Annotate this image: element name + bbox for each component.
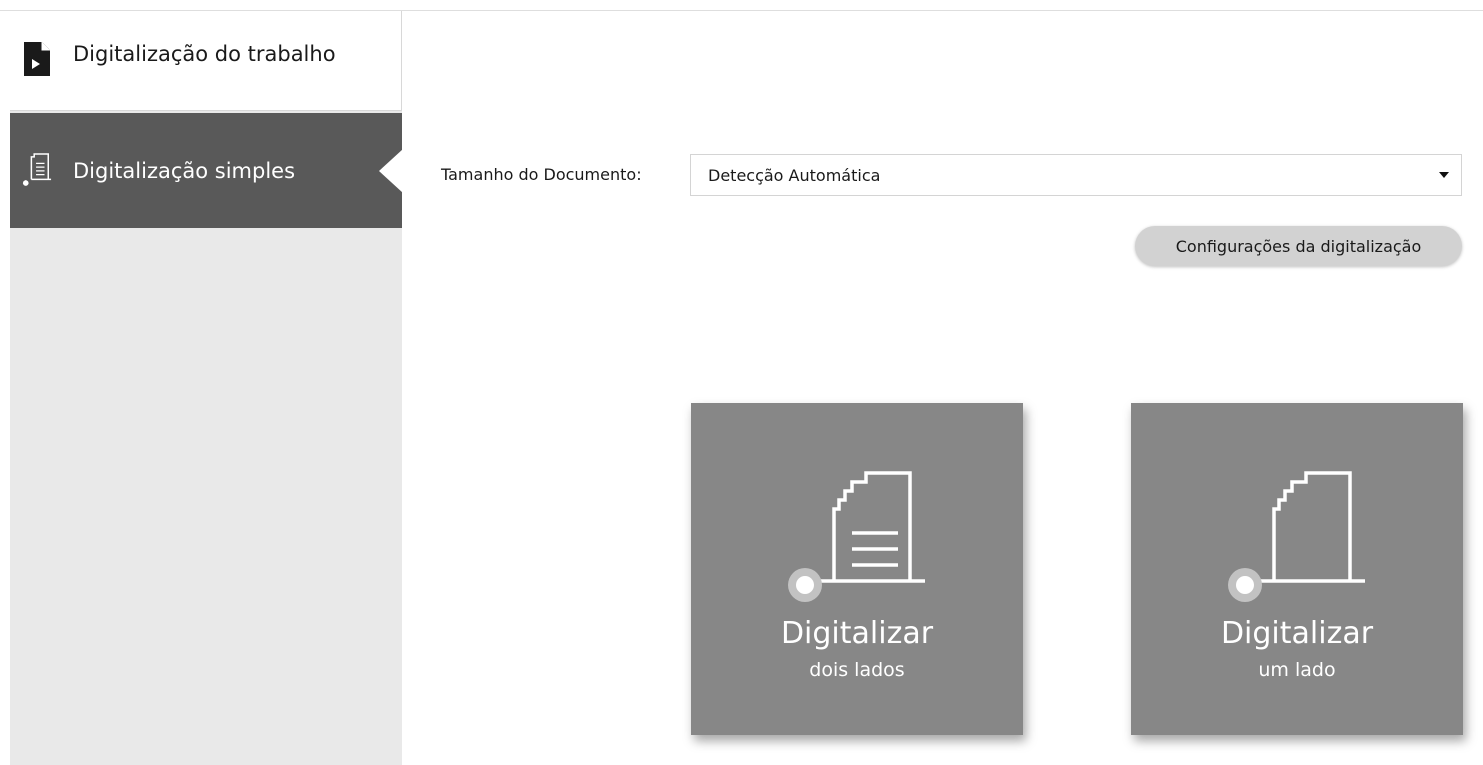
sidebar-item-label: Digitalização simples — [73, 159, 296, 183]
scan-settings-button[interactable]: Configurações da digitalização — [1135, 226, 1462, 266]
selection-caret — [379, 149, 403, 193]
tile-title: Digitalizar — [1220, 616, 1374, 651]
document-size-select[interactable]: Detecção Automática — [690, 154, 1462, 196]
scan-two-sides-icon — [788, 471, 925, 602]
document-size-label: Tamanho do Documento: — [441, 165, 642, 184]
scan-two-sides-button[interactable]: Digitalizar dois lados — [691, 403, 1023, 735]
sidebar-item-job-scan[interactable]: Digitalização do trabalho — [10, 11, 402, 111]
sidebar: Digitalização do trabalho Digitalização … — [10, 11, 403, 765]
scan-one-side-button[interactable]: Digitalizar um lado — [1131, 403, 1463, 735]
job-scan-icon — [24, 42, 50, 76]
dropdown-arrow-icon — [1439, 172, 1449, 178]
scan-app: Digitalização do trabalho Digitalização … — [0, 0, 1483, 765]
sidebar-item-simple-scan[interactable]: Digitalização simples — [10, 113, 403, 228]
tile-title: Digitalizar — [780, 616, 934, 651]
document-size-value: Detecção Automática — [708, 166, 881, 185]
tile-subtitle: um lado — [1258, 659, 1336, 681]
sidebar-item-label: Digitalização do trabalho — [73, 42, 336, 66]
scan-one-side-icon — [1228, 471, 1365, 602]
simple-scan-icon — [22, 153, 52, 186]
tile-subtitle: dois lados — [809, 659, 905, 681]
